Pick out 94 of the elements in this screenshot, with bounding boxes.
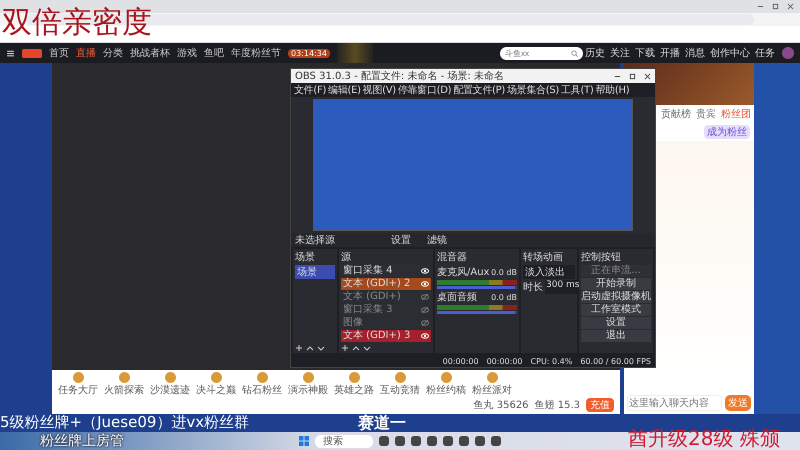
overlay-caption: 双倍亲密度 bbox=[2, 4, 152, 42]
nav-icon-link[interactable]: 消息 bbox=[685, 46, 705, 60]
maximize-icon[interactable] bbox=[629, 72, 636, 80]
nav-link[interactable]: 直播 bbox=[76, 46, 96, 60]
nav-icon-link[interactable]: 任务 bbox=[755, 46, 775, 60]
nav-link[interactable]: 挑战者杯 bbox=[130, 46, 170, 60]
chevron-up-icon[interactable] bbox=[306, 344, 314, 352]
chevron-down-icon[interactable] bbox=[317, 344, 325, 352]
chevron-up-icon[interactable] bbox=[352, 344, 360, 352]
minimize-icon[interactable] bbox=[757, 3, 764, 10]
menu-item[interactable]: 停靠窗口(D) bbox=[398, 83, 452, 97]
follow-button[interactable]: 成为粉丝 bbox=[704, 125, 750, 139]
gift-label: 钻石粉丝 bbox=[242, 384, 282, 397]
scene-item[interactable]: 场景 bbox=[295, 265, 335, 279]
dock-title: 控制按钮 bbox=[581, 250, 622, 264]
status-text: 00:00:00 bbox=[486, 356, 523, 366]
toolbar-button[interactable]: 滤镜 bbox=[427, 233, 447, 247]
menu-item[interactable]: 帮助(H) bbox=[595, 83, 630, 97]
source-item[interactable]: 窗口采集 3 bbox=[343, 304, 393, 316]
gift-label: 沙漠遗迹 bbox=[150, 384, 190, 397]
gift-label: 互动竞猜 bbox=[380, 384, 420, 397]
gift-label: 演示神殿 bbox=[288, 384, 328, 397]
nav-icon-link[interactable]: 创作中心 bbox=[710, 46, 750, 60]
close-icon[interactable] bbox=[644, 72, 651, 80]
gift-label: 决斗之巅 bbox=[196, 384, 236, 397]
channel-reading: 0.0 dB bbox=[491, 293, 517, 302]
overlay-caption: 粉丝牌上房管 bbox=[40, 432, 124, 450]
dock-title: 转场动画 bbox=[523, 251, 564, 264]
dock-title: 混音器 bbox=[437, 250, 468, 264]
taskbar-search[interactable]: 搜索 bbox=[315, 434, 373, 448]
menu-icon[interactable] bbox=[6, 48, 15, 58]
nav-link[interactable]: 游戏 bbox=[177, 46, 197, 60]
chat-input[interactable]: 这里输入聊天内容 bbox=[627, 395, 722, 411]
logo-icon[interactable] bbox=[22, 48, 42, 58]
control-button[interactable]: 开始录制 bbox=[581, 278, 651, 290]
fin-count: 鱼翅 15.3 bbox=[534, 398, 580, 412]
menu-item[interactable]: 工具(T) bbox=[561, 83, 594, 97]
search-field[interactable]: 斗鱼xx bbox=[500, 46, 583, 60]
overlay-title: 赛道一 bbox=[358, 413, 406, 434]
control-button[interactable]: 设置 bbox=[581, 317, 651, 329]
status-text: 00:00:00 bbox=[442, 356, 479, 366]
menu-item[interactable]: 场景集合(S) bbox=[506, 83, 560, 97]
start-icon[interactable] bbox=[299, 436, 309, 446]
plus-icon[interactable] bbox=[295, 344, 303, 352]
close-icon[interactable] bbox=[787, 3, 794, 10]
volume-slider[interactable] bbox=[437, 311, 517, 314]
channel-reading: 0.0 dB bbox=[491, 268, 517, 277]
nav-link[interactable]: 首页 bbox=[49, 46, 69, 60]
gift-label: 粉丝派对 bbox=[472, 384, 512, 397]
nav-icon-link[interactable]: 历史 bbox=[585, 46, 605, 60]
control-button[interactable]: 工作室模式 bbox=[581, 304, 651, 316]
nav-icon-link[interactable]: 关注 bbox=[610, 46, 630, 60]
chevron-down-icon[interactable] bbox=[363, 344, 371, 352]
channel-name: 桌面音频 bbox=[437, 290, 477, 304]
control-button[interactable]: 退出 bbox=[581, 330, 651, 342]
source-status: 未选择源 bbox=[295, 234, 335, 247]
plus-icon[interactable] bbox=[341, 344, 349, 352]
status-text: 60.00 / 60.00 FPS bbox=[580, 356, 651, 366]
dock-title: 源 bbox=[341, 251, 352, 264]
nav-icon-link[interactable]: 开播 bbox=[660, 46, 680, 60]
transition-dropdown[interactable]: 淡入淡出 bbox=[523, 265, 575, 279]
maximize-icon[interactable] bbox=[772, 3, 779, 10]
countdown-badge: 03:14:34 bbox=[288, 48, 330, 58]
nav-link[interactable]: 鱼吧 bbox=[204, 46, 224, 60]
menu-item[interactable]: 配置文件(P) bbox=[453, 83, 505, 97]
dock-title: 场景 bbox=[295, 250, 316, 264]
menu-item[interactable]: 编辑(E) bbox=[328, 83, 361, 97]
nav-link[interactable]: 年度粉丝节 bbox=[231, 46, 281, 60]
status-text: CPU: 0.4% bbox=[530, 356, 572, 366]
gift-label: 任务大厅 bbox=[58, 384, 98, 397]
nav-icon-link[interactable]: 下载 bbox=[635, 46, 655, 60]
channel-name: 麦克风/Aux bbox=[437, 266, 490, 279]
overlay-caption: 酋升级28级 殊颁 bbox=[628, 425, 780, 450]
volume-slider[interactable] bbox=[437, 286, 517, 289]
gift-label: 火箭探索 bbox=[104, 384, 144, 397]
chat-tab[interactable]: 贡献榜 bbox=[661, 107, 691, 121]
source-item[interactable]: 窗口采集 4 bbox=[343, 265, 393, 277]
source-item[interactable]: 文本 (GDI+) bbox=[343, 291, 401, 303]
gift-label: 英雄之路 bbox=[334, 384, 374, 397]
nav-link[interactable]: 分类 bbox=[103, 46, 123, 60]
gift-label: 粉丝约稿 bbox=[426, 384, 466, 397]
overlay-caption: 5级粉丝牌+（Juese09）进vx粉丝群 bbox=[0, 413, 250, 432]
chat-tab[interactable]: 贵宾 bbox=[696, 107, 716, 121]
menu-item[interactable]: 视图(V) bbox=[362, 83, 396, 97]
window-title: OBS 31.0.3 - 配置文件: 未命名 - 场景: 未命名 bbox=[295, 70, 505, 83]
fish-ball-count: 鱼丸 35626 bbox=[474, 398, 529, 412]
duration-label: 时长 bbox=[523, 280, 543, 294]
source-item[interactable]: 图像 bbox=[343, 317, 363, 329]
avatar[interactable] bbox=[782, 47, 794, 59]
menu-item[interactable]: 文件(F) bbox=[294, 83, 326, 97]
chat-tab[interactable]: 粉丝团 bbox=[721, 107, 751, 121]
control-button[interactable]: 启动虚拟摄像机 bbox=[581, 291, 651, 303]
duration-field[interactable]: 300 ms bbox=[545, 280, 580, 294]
toolbar-button[interactable]: 设置 bbox=[391, 233, 411, 247]
